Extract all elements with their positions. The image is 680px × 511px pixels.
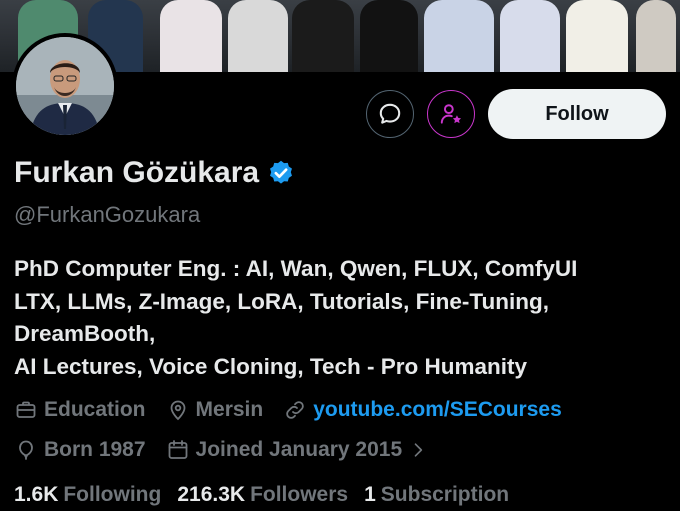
display-name-text: Furkan Gözükara <box>14 156 260 189</box>
avatar-photo <box>16 37 114 135</box>
banner-figure <box>228 0 288 72</box>
bio-line: LTX, LLMs, Z-Image, LoRA, Tutorials, Fin… <box>14 288 549 314</box>
message-bubble-icon <box>379 103 401 124</box>
profile-category: Education <box>14 398 146 422</box>
banner-figure <box>292 0 354 72</box>
profile-meta-row: Education Mersin youtube.com/SECourses <box>14 398 582 422</box>
banner-figure <box>500 0 560 72</box>
balloon-icon <box>19 440 33 460</box>
verified-badge-icon[interactable] <box>267 159 295 187</box>
subscription-stat[interactable]: 1 Subscription <box>364 483 509 507</box>
profile-meta-row: Born 1987 Joined January 2015 <box>14 438 454 462</box>
profile-bio: PhD Computer Eng. : AI, Wan, Qwen, FLUX,… <box>14 253 674 383</box>
chevron-right-icon <box>414 443 423 457</box>
username-handle: @FurkanGozukara <box>14 202 201 227</box>
avatar[interactable] <box>12 33 118 139</box>
profile-stats: 1.6K Following 216.3K Followers 1 Subscript… <box>14 483 525 507</box>
message-button[interactable] <box>366 90 414 138</box>
banner-figure <box>424 0 494 72</box>
follow-button-label: Follow <box>545 102 609 125</box>
briefcase-icon <box>16 401 36 418</box>
born-text: Born 1987 <box>44 438 146 461</box>
following-count: 1.6K <box>14 483 59 506</box>
subscription-count: 1 <box>364 483 376 506</box>
profile-website[interactable]: youtube.com/SECourses <box>283 398 562 422</box>
banner-figure <box>636 0 676 72</box>
followers-stat[interactable]: 216.3K Followers <box>177 483 348 507</box>
bio-line: AI Lectures, Voice Cloning, Tech - Pro H… <box>14 353 527 379</box>
profile-location: Mersin <box>166 398 264 422</box>
profile-birthdate: Born 1987 <box>14 438 146 462</box>
banner-figure <box>160 0 222 72</box>
calendar-icon <box>168 440 187 459</box>
followers-count: 216.3K <box>177 483 246 506</box>
joined-text: Joined January 2015 <box>195 438 403 461</box>
follow-button[interactable]: Follow <box>488 89 666 139</box>
subscribe-button[interactable] <box>427 90 475 138</box>
person-star-icon <box>440 104 462 124</box>
bio-line: DreamBooth, <box>14 321 156 346</box>
category-text: Education <box>44 398 146 421</box>
banner-figure <box>360 0 418 72</box>
profile-joined[interactable]: Joined January 2015 <box>166 438 435 462</box>
display-name: Furkan Gözükara <box>14 156 295 190</box>
followers-label: Followers <box>250 483 349 506</box>
following-label: Following <box>63 483 162 506</box>
link-icon <box>286 401 304 419</box>
website-link[interactable]: youtube.com/SECourses <box>313 398 562 422</box>
subscription-label: Subscription <box>380 483 510 506</box>
bio-line: PhD Computer Eng. : AI, Wan, Qwen, FLUX,… <box>14 256 578 281</box>
following-stat[interactable]: 1.6K Following <box>14 483 161 507</box>
location-pin-icon <box>170 400 185 421</box>
banner-figure <box>566 0 628 72</box>
location-text: Mersin <box>195 398 264 421</box>
